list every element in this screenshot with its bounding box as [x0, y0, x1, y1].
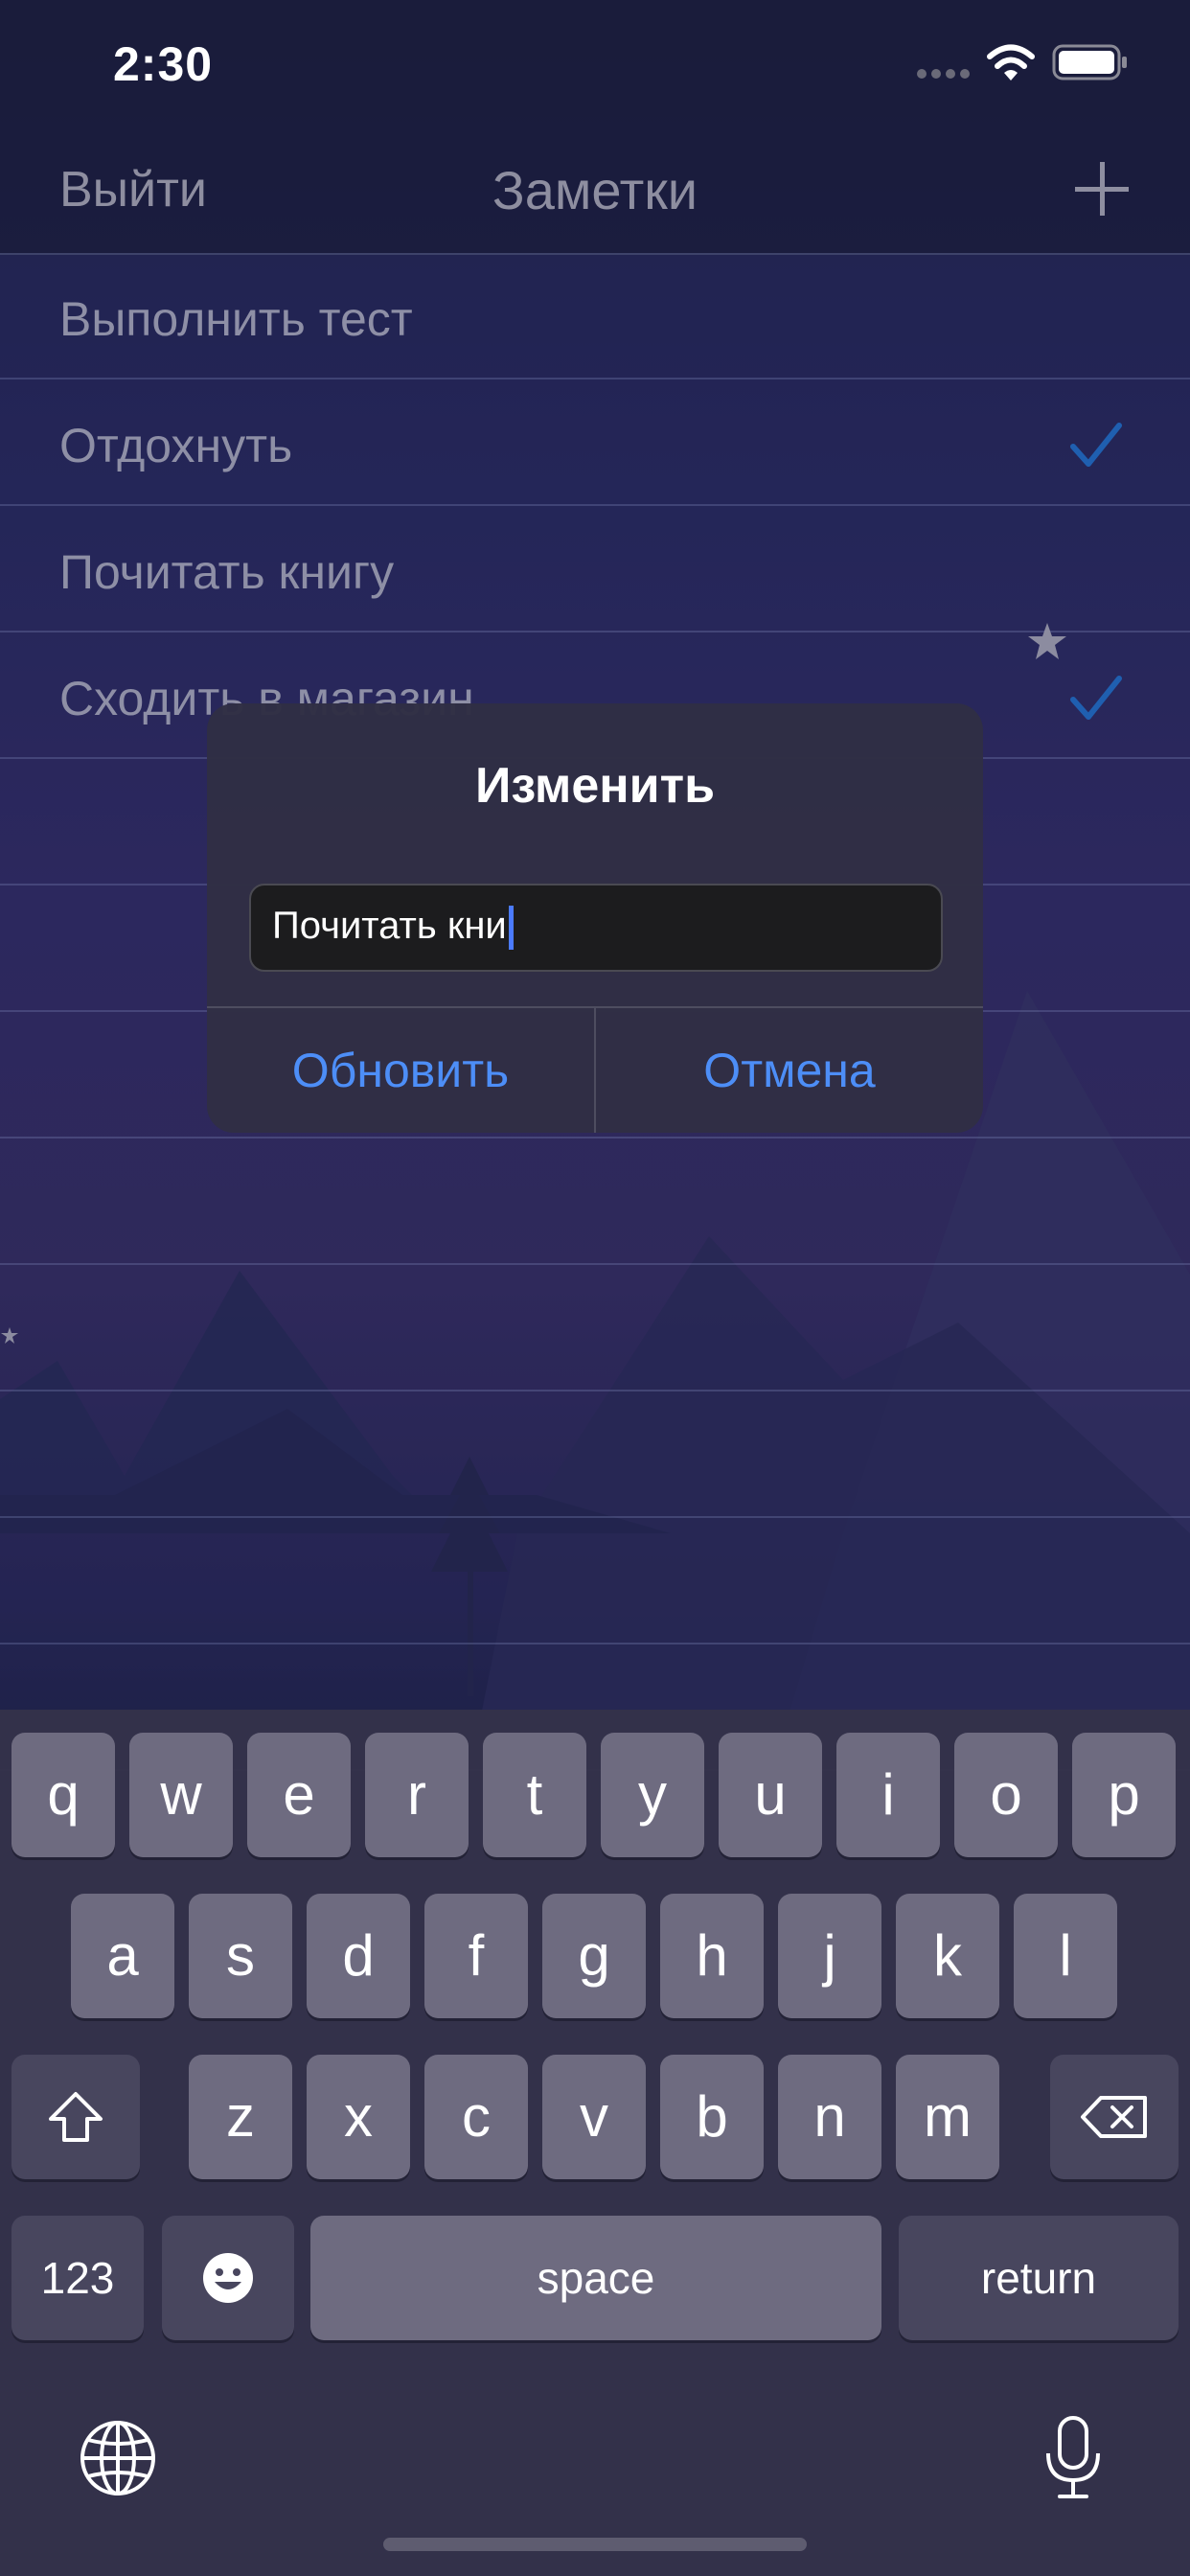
page-title: Заметки [492, 160, 698, 220]
key-r[interactable]: r [365, 1733, 469, 1857]
key-s[interactable]: s [189, 1894, 292, 2018]
list-item [0, 1138, 1190, 1265]
key-k[interactable]: k [896, 1894, 999, 2018]
alert-title: Изменить [474, 758, 716, 814]
emoji-key[interactable] [162, 2216, 294, 2340]
key-f[interactable]: f [424, 1894, 528, 2018]
note-label: Почитать книгу [59, 545, 395, 599]
key-c[interactable]: c [424, 2055, 528, 2179]
return-key[interactable]: return [899, 2216, 1179, 2340]
note-label: Выполнить тест [59, 292, 413, 346]
list-item [0, 1265, 1190, 1392]
key-d[interactable]: d [307, 1894, 410, 2018]
star-icon [1, 1327, 18, 1344]
list-item[interactable]: Почитать книгу [0, 506, 1190, 632]
key-g[interactable]: g [542, 1894, 646, 2018]
edit-alert: Изменить Почитать кни Обновить Отмена [207, 703, 983, 1133]
update-button[interactable]: Обновить [207, 1008, 594, 1133]
app-screen: Выйти Заметки 2:30 Выполнить тест Отдохн… [0, 0, 1190, 2576]
battery-icon [1052, 44, 1127, 80]
key-w[interactable]: w [129, 1733, 233, 1857]
signal-icon [917, 69, 970, 79]
shift-icon [49, 2092, 103, 2142]
key-t[interactable]: t [483, 1733, 586, 1857]
key-u[interactable]: u [719, 1733, 822, 1857]
backspace-key[interactable] [1050, 2055, 1179, 2179]
key-a[interactable]: a [71, 1894, 174, 2018]
keyboard: q w e r t y u i o p a s d f g h j k l z … [0, 1710, 1190, 2576]
key-h[interactable]: h [660, 1894, 764, 2018]
key-y[interactable]: y [601, 1733, 704, 1857]
wifi-icon [987, 44, 1035, 80]
key-x[interactable]: x [307, 2055, 410, 2179]
list-item [0, 1392, 1190, 1518]
status-bar: 2:30 [0, 0, 1190, 134]
key-v[interactable]: v [542, 2055, 646, 2179]
microphone-icon[interactable] [1041, 2415, 1106, 2501]
key-i[interactable]: i [836, 1733, 940, 1857]
numbers-key[interactable]: 123 [11, 2216, 144, 2340]
star-icon [1028, 623, 1066, 659]
note-text-value: Почитать кни [272, 905, 507, 947]
key-o[interactable]: o [954, 1733, 1058, 1857]
key-e[interactable]: e [247, 1733, 351, 1857]
cancel-button[interactable]: Отмена [596, 1008, 983, 1133]
key-n[interactable]: n [778, 2055, 881, 2179]
status-time: 2:30 [113, 37, 214, 91]
note-label: Отдохнуть [59, 419, 293, 472]
space-key[interactable]: space [310, 2216, 881, 2340]
key-z[interactable]: z [189, 2055, 292, 2179]
emoji-icon [203, 2253, 253, 2303]
key-p[interactable]: p [1072, 1733, 1176, 1857]
list-item[interactable]: Выполнить тест [0, 253, 1190, 380]
plus-icon[interactable] [1071, 158, 1133, 219]
backspace-icon [1081, 2096, 1147, 2138]
text-caret [508, 906, 514, 951]
home-indicator[interactable] [383, 2538, 807, 2551]
key-b[interactable]: b [660, 2055, 764, 2179]
note-text-field[interactable]: Почитать кни [249, 884, 943, 972]
key-m[interactable]: m [896, 2055, 999, 2179]
key-q[interactable]: q [11, 1733, 115, 1857]
key-l[interactable]: l [1014, 1894, 1117, 2018]
checkmark-icon [1070, 423, 1122, 467]
list-item[interactable]: Отдохнуть [0, 380, 1190, 506]
key-j[interactable]: j [778, 1894, 881, 2018]
globe-icon[interactable] [79, 2419, 157, 2497]
list-item [0, 1518, 1190, 1644]
shift-key[interactable] [11, 2055, 140, 2179]
checkmark-icon [1070, 676, 1122, 720]
